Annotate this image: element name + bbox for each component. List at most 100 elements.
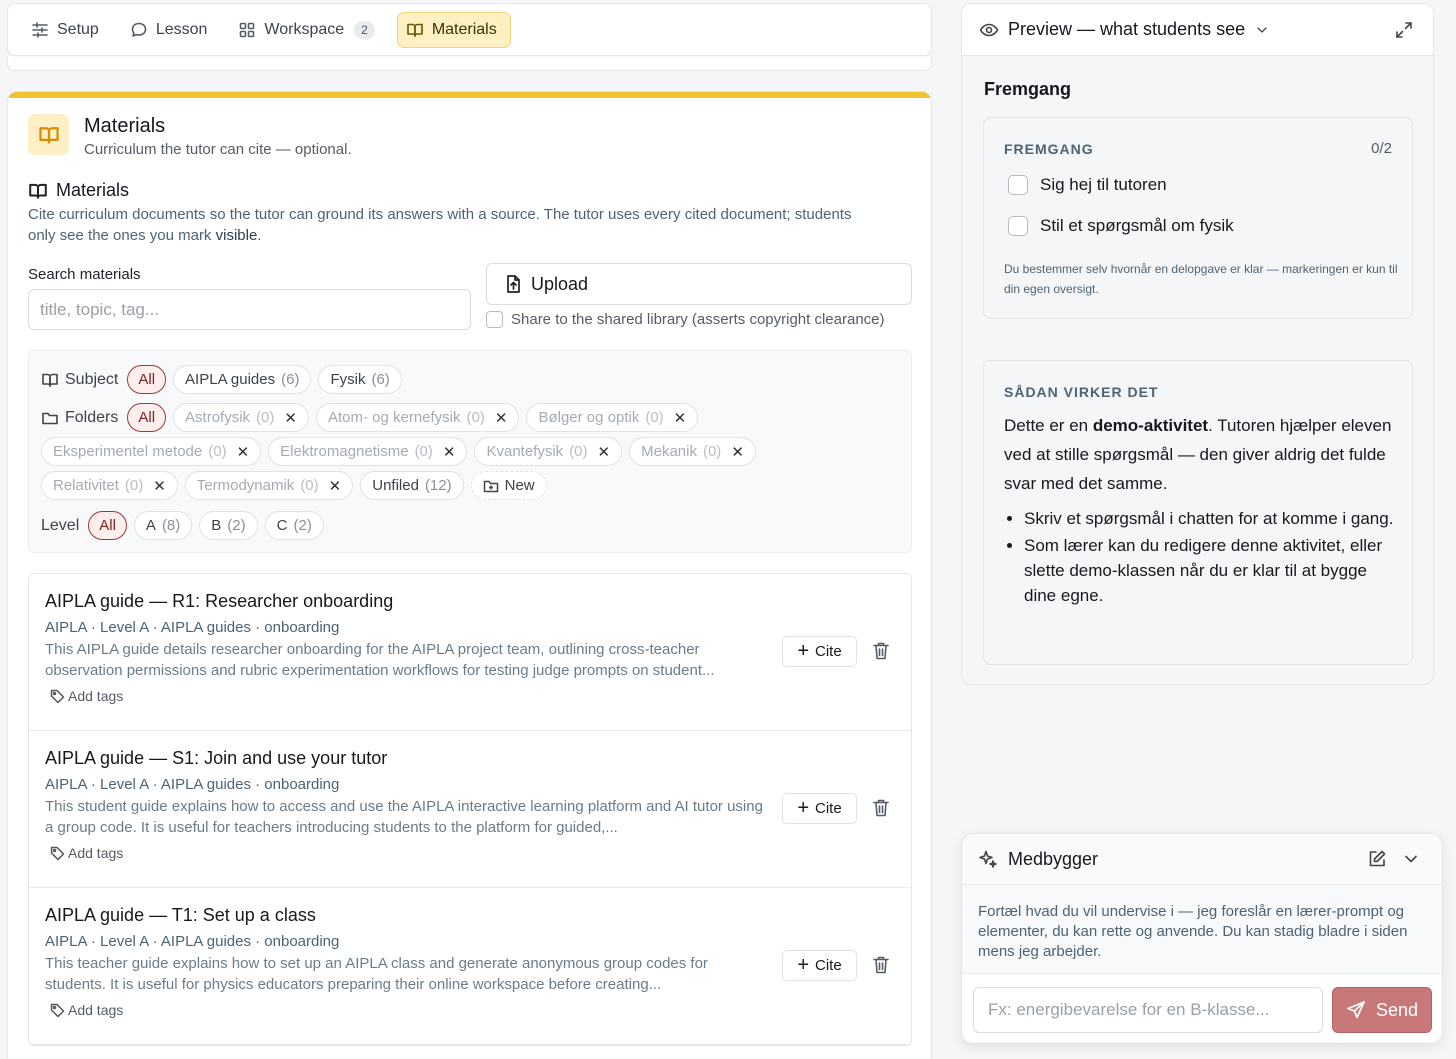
edit-icon[interactable] [1367,849,1387,869]
chip-label: Termodynamik [196,477,295,494]
cite-button[interactable]: + Cite [782,950,857,981]
page-title: Materials [84,115,166,137]
remove-icon[interactable]: ✕ [598,443,611,461]
remove-icon[interactable]: ✕ [284,409,297,427]
chip-count: (2) [227,517,246,534]
material-description: This teacher guide explains how to set u… [45,955,708,993]
chip-label: Relativitet [53,477,119,494]
task-checkbox[interactable] [1008,175,1028,195]
folder-chip-unfiled[interactable]: Unfiled (12) [360,471,464,500]
tab-lesson[interactable]: Lesson [121,12,222,48]
task-item[interactable]: Sig hej til tutoren [1008,175,1167,195]
level-chip[interactable]: B (2) [199,511,258,540]
tab-materials[interactable]: Materials [396,11,511,48]
chevron-down-icon[interactable] [1401,849,1421,869]
share-checkbox[interactable] [486,311,503,328]
medbygger-panel: Medbygger Fortæl hvad du vil undervise i… [961,833,1443,1044]
add-tags-button[interactable]: Add tags [50,845,895,861]
chip-count: (0) [300,477,319,494]
level-chip[interactable]: A (8) [133,511,193,540]
eye-icon [979,20,999,40]
top-tab-bar: Setup Lesson Workspace 2 Materials [7,3,932,56]
material-meta: AIPLA · Level A · AIPLA guides · onboard… [45,619,340,636]
level-label: Level [41,517,79,535]
new-folder-button[interactable]: New [470,471,547,500]
section-title: Materials [28,180,129,201]
materials-list: AIPLA guide — R1: Researcher onboarding … [28,573,912,1046]
folder-chip[interactable]: Eksperimentel metode (0) ✕ [41,437,262,466]
tab-label: Setup [57,20,99,38]
chevron-down-icon[interactable] [1254,22,1270,38]
remove-icon[interactable]: ✕ [329,477,342,495]
subject-label: Subject [41,371,118,389]
subject-filter-row: Subject All AIPLA guides (6) Fysik (6) [41,365,402,394]
remove-icon[interactable]: ✕ [674,409,687,427]
remove-icon[interactable]: ✕ [495,409,508,427]
subject-chip[interactable]: AIPLA guides (6) [173,365,312,394]
plus-icon: + [797,953,809,976]
share-checkbox-row[interactable]: Share to the shared library (asserts cop… [486,311,885,328]
progress-card: FREMGANG 0/2 Sig hej til tutoren Stil et… [983,117,1413,319]
plus-icon: + [797,639,809,662]
folder-chip[interactable]: Atom- og kernefysik (0) ✕ [315,403,520,432]
remove-icon[interactable]: ✕ [153,477,166,495]
preview-header[interactable]: Preview — what students see [962,4,1433,56]
material-description: This student guide explains how to acces… [45,798,763,836]
add-tags-button[interactable]: Add tags [50,1002,895,1018]
filter-label-text: Folders [65,408,119,426]
send-button[interactable]: Send [1332,987,1432,1033]
level-filter-row: Level All A (8) B (2) C (2) [41,511,324,540]
remove-icon[interactable]: ✕ [443,443,456,461]
add-tags-button[interactable]: Add tags [50,688,895,704]
task-label: Stil et spørgsmål om fysik [1040,216,1234,235]
accent-bar [8,92,931,98]
filter-label-text: Level [41,516,80,534]
trash-icon[interactable] [872,798,890,818]
tab-setup[interactable]: Setup [22,12,113,48]
folder-chip[interactable]: Astrofysik (0) ✕ [173,403,309,432]
count-badge: 2 [354,20,375,39]
trash-icon[interactable] [872,641,890,661]
cite-button[interactable]: + Cite [782,793,857,824]
folder-chip[interactable]: Relativitet (0) ✕ [41,471,178,500]
tab-label: Lesson [155,20,208,38]
expand-icon[interactable] [1394,20,1414,40]
chip-label: AIPLA guides [185,371,276,388]
folder-plus-icon [483,478,499,494]
upload-button[interactable]: Upload [486,263,912,305]
trash-icon[interactable] [872,955,890,975]
folder-chip[interactable]: Mekanik (0) ✕ [629,437,756,466]
subject-chip[interactable]: Fysik (6) [318,365,402,394]
file-upload-icon [503,274,523,294]
cite-label: Cite [815,643,842,660]
tab-workspace[interactable]: Workspace 2 [229,12,388,48]
folders-chip-all[interactable]: All [127,403,167,432]
folders-filter-row-3: Relativitet (0) ✕ Termodynamik (0) ✕ Unfiled… [41,471,547,500]
subject-chip-all[interactable]: All [127,365,167,394]
task-checkbox[interactable] [1008,216,1028,236]
search-input[interactable] [28,289,471,330]
folder-chip[interactable]: Kvantefysik (0) ✕ [474,437,623,466]
folder-icon [41,409,59,427]
preview-title: Preview — what students see [1008,19,1246,39]
cite-button[interactable]: + Cite [782,636,857,667]
remove-icon[interactable]: ✕ [237,443,250,461]
page-subtitle: Curriculum the tutor can cite — optional… [84,141,352,158]
how-text-bold: demo-aktivitet [1092,416,1209,435]
task-item[interactable]: Stil et spørgsmål om fysik [1008,216,1234,236]
remove-icon[interactable]: ✕ [731,443,744,461]
material-title: AIPLA guide — S1: Join and use your tuto… [45,748,388,768]
chat-bubble-icon [130,21,148,39]
medbygger-input[interactable] [973,987,1323,1033]
send-label: Send [1375,999,1419,1020]
share-label: Share to the shared library (asserts cop… [511,311,885,328]
folder-chip[interactable]: Bølger og optik (0) ✕ [526,403,699,432]
folder-chip[interactable]: Elektromagnetisme (0) ✕ [268,437,468,466]
folders-filter-row-2: Eksperimentel metode (0) ✕ Elektromagnetis… [41,437,756,466]
folder-chip[interactable]: Termodynamik (0) ✕ [184,471,354,500]
level-chip[interactable]: C (2) [264,511,324,540]
desc-bold: visible [215,227,258,244]
level-chip-all[interactable]: All [88,511,127,540]
chip-count: (0) [208,443,227,460]
chip-count: (8) [161,517,181,534]
